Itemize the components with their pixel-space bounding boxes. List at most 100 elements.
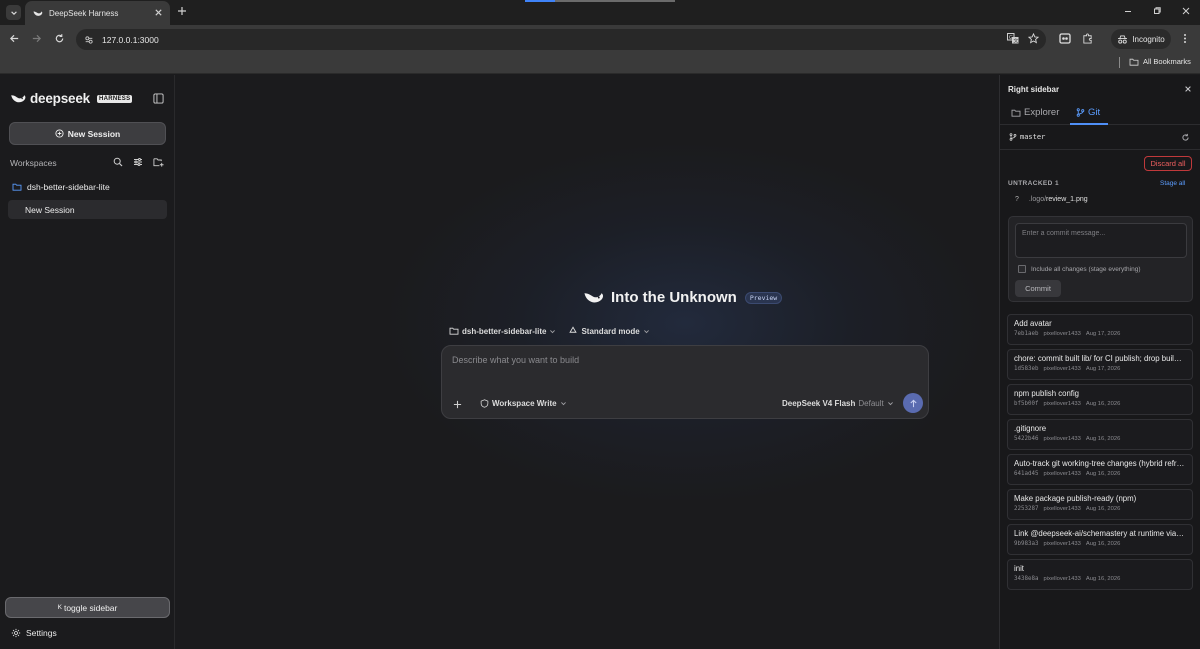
loading-indicator <box>525 0 675 2</box>
tab-git-label: Git <box>1088 107 1101 118</box>
divider <box>1000 149 1200 150</box>
new-tab-icon[interactable] <box>177 6 187 16</box>
commit-item[interactable]: npm publish config bf5b00f pixellover1433 A… <box>1007 384 1193 415</box>
commit-message: Auto-track git working-tree changes (hyb… <box>1014 459 1186 468</box>
context-selectors: dsh-better-sidebar-lite Standard mode <box>449 326 650 336</box>
prompt-composer: Workspace Write DeepSeek V4 Flash Defaul… <box>441 345 929 419</box>
commit-item[interactable]: Add avatar 7eb1aeb pixellover1433 Aug 17, 2… <box>1007 314 1193 345</box>
permission-select[interactable]: Workspace Write <box>480 399 567 408</box>
svg-text:文: 文 <box>1013 37 1018 44</box>
settings-button[interactable]: Settings <box>11 628 57 638</box>
right-sidebar: Right sidebar Explorer Git master Discar… <box>999 75 1200 649</box>
file-dir: .logo/ <box>1028 196 1047 203</box>
hero-heading: Into the Unknown Preview <box>583 289 783 306</box>
workspace-select-label: dsh-better-sidebar-lite <box>462 326 547 336</box>
model-select[interactable]: DeepSeek V4 Flash Default <box>782 399 894 408</box>
site-info-icon[interactable] <box>84 35 94 45</box>
settings-label: Settings <box>26 628 57 638</box>
translate-icon[interactable]: G文 <box>1007 33 1019 44</box>
commit-author: pixellover1433 <box>1043 541 1081 547</box>
all-bookmarks-label: All Bookmarks <box>1143 57 1191 66</box>
incognito-indicator[interactable]: Incognito <box>1111 29 1171 49</box>
commit-meta: bf5b00f pixellover1433 Aug 16, 2026 <box>1014 401 1186 407</box>
puzzle-extensions-icon[interactable] <box>1082 33 1093 44</box>
sidebar-collapse-icon[interactable] <box>153 93 164 104</box>
commit-item[interactable]: chore: commit built lib/ for CI publish;… <box>1007 349 1193 380</box>
minimize-icon[interactable] <box>1123 6 1133 16</box>
commit-hash: 641ad45 <box>1014 471 1039 477</box>
browser-tab-strip: DeepSeek Harness <box>0 0 1200 25</box>
window-close-icon[interactable] <box>1181 6 1191 16</box>
chevron-down-icon <box>550 329 556 333</box>
filter-sliders-icon[interactable] <box>133 157 143 167</box>
commit-meta: 3438e8a pixellover1433 Aug 16, 2026 <box>1014 576 1186 582</box>
all-bookmarks-button[interactable]: All Bookmarks <box>1129 57 1191 66</box>
browser-tab[interactable]: DeepSeek Harness <box>25 1 170 25</box>
send-button[interactable] <box>903 393 923 413</box>
close-icon[interactable] <box>154 8 163 17</box>
commit-date: Aug 16, 2026 <box>1085 436 1121 442</box>
git-branch-icon <box>1009 133 1017 141</box>
commit-item[interactable]: Auto-track git working-tree changes (hyb… <box>1007 454 1193 485</box>
commit-hash: 1d583eb <box>1014 366 1039 372</box>
search-icon[interactable] <box>113 157 123 167</box>
untracked-file-item[interactable]: ? .logo/review_1.png <box>1015 196 1088 203</box>
commit-message: Make package publish-ready (npm) <box>1014 494 1137 503</box>
folder-icon <box>1011 109 1021 117</box>
branch-indicator[interactable]: master <box>1009 133 1045 141</box>
commit-hash: bf5b00f <box>1014 401 1039 407</box>
chevron-down-icon <box>10 10 17 15</box>
commit-meta: 2253287 pixellover1433 Aug 16, 2026 <box>1014 506 1186 512</box>
deepseek-whale-icon <box>11 95 26 103</box>
commit-button[interactable]: Commit <box>1015 280 1061 297</box>
add-folder-icon[interactable] <box>153 157 164 167</box>
workspace-item[interactable]: dsh-better-sidebar-lite <box>12 182 110 192</box>
attach-button[interactable] <box>449 396 465 412</box>
new-session-label: New Session <box>67 128 121 139</box>
reload-icon[interactable] <box>54 33 65 44</box>
star-icon[interactable] <box>1028 33 1039 44</box>
include-all-label: Include all changes (stage everything) <box>1031 265 1141 273</box>
commit-date: Aug 16, 2026 <box>1085 576 1121 582</box>
discard-all-button[interactable]: Discard all <box>1144 156 1192 171</box>
include-all-option[interactable]: Include all changes (stage everything) <box>1018 265 1140 273</box>
new-session-button[interactable]: New Session <box>9 122 166 145</box>
workspace-name: dsh-better-sidebar-lite <box>27 182 110 192</box>
git-branch-icon <box>1076 108 1085 117</box>
commit-item[interactable]: .gitignore 5422b46 pixellover1433 Aug 16, 2… <box>1007 419 1193 450</box>
commit-message: Link @deepseek-ai/schemastery at runtime… <box>1014 529 1186 538</box>
toggle-sidebar-button[interactable]: K toggle sidebar <box>5 597 170 618</box>
plus-circle-icon <box>55 129 64 138</box>
session-item[interactable]: New Session <box>8 200 167 219</box>
stage-all-link[interactable]: Stage all <box>1160 180 1185 187</box>
tab-explorer[interactable]: Explorer <box>1011 107 1059 118</box>
active-tab-indicator <box>1070 123 1108 125</box>
workspace-select[interactable]: dsh-better-sidebar-lite <box>449 327 556 336</box>
left-sidebar: deepseek HARNESS New Session Workspaces … <box>0 75 175 649</box>
commit-author: pixellover1433 <box>1043 471 1081 477</box>
commit-date: Aug 17, 2026 <box>1085 331 1121 337</box>
address-bar[interactable]: 127.0.0.1:3000 <box>76 29 1046 50</box>
refresh-icon[interactable] <box>1181 133 1190 142</box>
mode-select[interactable]: Standard mode <box>568 326 649 336</box>
mode-select-label: Standard mode <box>581 326 640 336</box>
commit-item[interactable]: Make package publish-ready (npm) 2253287 p… <box>1007 489 1193 520</box>
include-all-checkbox[interactable] <box>1018 265 1026 273</box>
commit-author: pixellover1433 <box>1043 331 1081 337</box>
commit-item[interactable]: Link @deepseek-ai/schemastery at runtime… <box>1007 524 1193 555</box>
commit-item[interactable]: init 3438e8a pixellover1433 Aug 16, 2026 <box>1007 559 1193 590</box>
file-name: review_1.png <box>1046 196 1088 203</box>
tab-git[interactable]: Git <box>1076 107 1100 118</box>
tab-search-button[interactable] <box>6 5 21 20</box>
url-text: 127.0.0.1:3000 <box>102 34 159 45</box>
back-arrow-icon[interactable] <box>9 33 20 44</box>
deepseek-whale-icon <box>584 293 604 303</box>
kebab-menu-icon[interactable] <box>1183 33 1187 44</box>
commit-message-input[interactable] <box>1015 223 1187 258</box>
restore-icon[interactable] <box>1152 6 1162 16</box>
close-icon[interactable] <box>1184 85 1192 93</box>
prompt-input[interactable] <box>452 355 912 385</box>
forward-arrow-icon[interactable] <box>31 33 42 44</box>
commit-message: init <box>1014 564 1024 573</box>
extension-square-icon[interactable] <box>1059 33 1071 44</box>
